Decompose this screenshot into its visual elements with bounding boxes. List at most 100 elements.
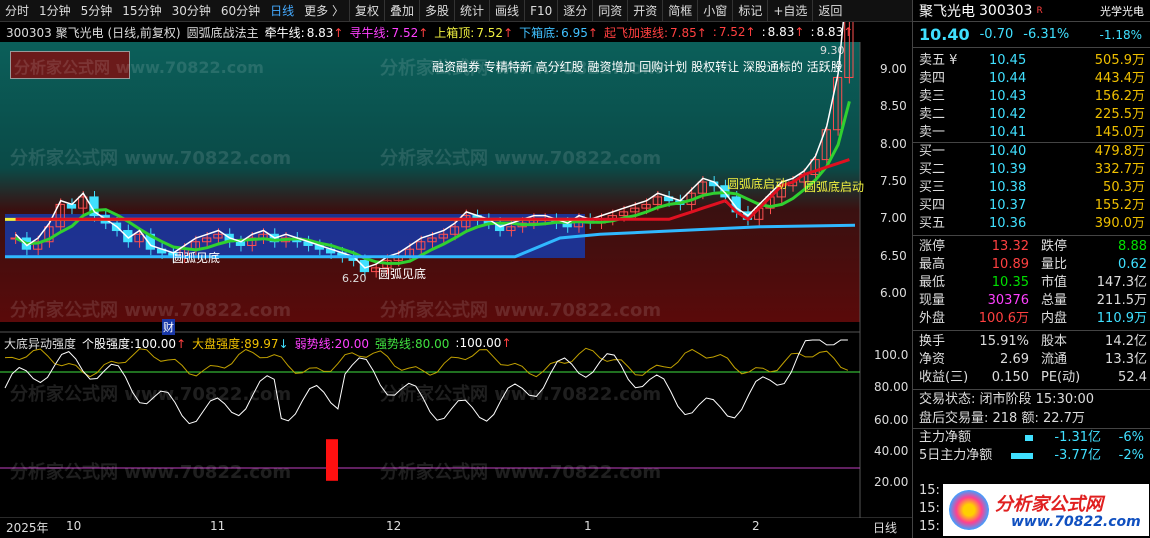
date-tick-5: 2 xyxy=(752,519,760,533)
chart-title: 300303 聚飞光电 (日线,前复权) xyxy=(6,25,181,40)
bids-row[interactable]: 买五 10.36 390.0万 xyxy=(913,215,1150,233)
date-tick-2: 11 xyxy=(210,519,226,533)
date-tick-0: 2025年 xyxy=(6,521,49,535)
toolbar-item-2[interactable]: 5分钟 xyxy=(76,0,118,22)
date-tick-4: 1 xyxy=(584,519,592,533)
price-change-pct: -6.31% xyxy=(1023,27,1070,42)
sub-title[interactable]: 大底异动强度 xyxy=(4,335,76,352)
sub-tick-2: 60.00 xyxy=(874,413,909,427)
toolbar-item-14[interactable]: 逐分 xyxy=(557,0,592,22)
toolbar-item-3[interactable]: 15分钟 xyxy=(117,0,166,22)
indicator-value-1: 寻牛线: 7.52↑ xyxy=(349,25,429,40)
toolbar-item-15[interactable]: 同资 xyxy=(592,0,627,22)
toolbar-item-9[interactable]: 叠加 xyxy=(384,0,419,22)
toolbar-item-1[interactable]: 1分钟 xyxy=(34,0,76,22)
price-change: -0.70 xyxy=(979,27,1014,42)
period-label[interactable]: 日线 xyxy=(873,519,897,536)
date-tick-1: 10 xyxy=(66,519,82,533)
stat-row: 最高 10.89 量比 0.62 xyxy=(919,257,1147,272)
bid-book: 买一 10.40 479.8万 买二 10.39 332.7万 买三 10.38 50.3万 买四… xyxy=(913,143,1150,233)
price-tick-1: 8.50 xyxy=(880,99,907,113)
logo-url: www.70822.com xyxy=(1011,514,1141,530)
stat-row: 最低 10.35 市值 147.3亿 xyxy=(919,275,1147,290)
toolbar-item-5[interactable]: 60分钟 xyxy=(216,0,265,22)
finance-marker[interactable]: 财 xyxy=(162,319,175,335)
toolbar-item-12[interactable]: 画线 xyxy=(489,0,524,22)
sector-badge[interactable]: 光学光电 xyxy=(1100,3,1144,19)
asks-row[interactable]: 卖一 10.41 145.0万 xyxy=(913,124,1150,142)
stat-row: 外盘 100.6万 内盘 110.9万 xyxy=(919,311,1147,326)
candle-body xyxy=(359,259,370,273)
toolbar-item-18[interactable]: 小窗 xyxy=(697,0,732,22)
quote-panel: 聚飞光电 300303 R 光学光电 10.40 -0.70 -6.31% -1… xyxy=(912,0,1150,538)
flow-bar xyxy=(1011,453,1033,459)
bottom-area: 15: 15: 15: 分析家公式网 www.70822.com xyxy=(913,482,1150,538)
clock-line: 15: xyxy=(919,483,940,498)
toolbar-item-0[interactable]: 分时 xyxy=(0,0,34,22)
sub-tick-0: 100.0 xyxy=(874,348,909,362)
clock-line: 15: xyxy=(919,501,940,516)
indicator-name[interactable]: 圆弧底战法主 xyxy=(187,24,259,41)
bottom-signal-bar xyxy=(326,439,338,481)
sub-value-1: 大盘强度:89.97↓ xyxy=(192,336,289,351)
sub-value-0: 个股强度:100.00↑ xyxy=(82,336,187,351)
period-toolbar: 分时 1分钟 5分钟 15分钟 30分钟 60分钟 日线 更多 〉复权 叠加 多股 统计 画线 F10 逐… xyxy=(0,0,912,22)
stats-table-2: 换手 15.91% 股本 14.2亿 净资 2.69 流通 13.3亿 收益(三) 0.150 PE… xyxy=(913,331,1150,387)
bids-row[interactable]: 买四 10.37 155.2万 xyxy=(913,197,1150,215)
stat2-row: 净资 2.69 流通 13.3亿 xyxy=(919,352,1147,367)
toolbar-item-17[interactable]: 简框 xyxy=(662,0,697,22)
asks-row[interactable]: 卖二 10.42 225.5万 xyxy=(913,106,1150,124)
stock-flag: R xyxy=(1036,5,1043,16)
stat-row: 现量 30376 总量 211.5万 xyxy=(919,293,1147,308)
indicator-value-6: :8.83↑ xyxy=(761,25,805,39)
stat-row: 涨停 13.32 跌停 8.88 xyxy=(919,239,1147,254)
toolbar-item-19[interactable]: 标记 xyxy=(732,0,767,22)
watermark-box xyxy=(10,51,130,79)
toolbar-item-4[interactable]: 30分钟 xyxy=(167,0,216,22)
sub-tick-4: 20.00 xyxy=(874,475,909,489)
toolbar-item-13[interactable]: F10 xyxy=(524,0,557,22)
price-tick-3: 7.50 xyxy=(880,174,907,188)
asks-row[interactable]: 卖五 ¥10.45 505.9万 xyxy=(913,52,1150,70)
asks-row[interactable]: 卖三 10.43 156.2万 xyxy=(913,88,1150,106)
toolbar-item-8[interactable]: 复权 xyxy=(348,0,384,22)
stock-code: 300303 xyxy=(979,2,1033,19)
site-logo: 分析家公式网 www.70822.com xyxy=(943,484,1149,536)
asks-row[interactable]: 卖四 10.44 443.4万 xyxy=(913,70,1150,88)
toolbar-item-6[interactable]: 日线 xyxy=(265,0,299,22)
price-tick-5: 6.50 xyxy=(880,249,907,263)
toolbar-item-11[interactable]: 统计 xyxy=(454,0,489,22)
chart-canvas[interactable] xyxy=(0,22,912,518)
toolbar-item-10[interactable]: 多股 xyxy=(419,0,454,22)
arc-start-label-1: 圆弧底启动 xyxy=(727,177,788,191)
toolbar-item-7[interactable]: 更多 〉 xyxy=(299,0,349,22)
stat2-row: 换手 15.91% 股本 14.2亿 xyxy=(919,334,1147,349)
low-price-label: 6.20 xyxy=(342,272,367,285)
logo-flower-icon xyxy=(949,490,989,530)
toolbar-item-21[interactable]: 返回 xyxy=(812,0,847,22)
stock-strength-line xyxy=(4,339,848,425)
flow-row: 主力净额 -1.31亿 -6% xyxy=(919,430,1144,445)
arc-start-label-2: 圆弧底启动 xyxy=(804,180,865,194)
stock-name: 聚飞光电 xyxy=(919,3,975,20)
clock-line: 15: xyxy=(919,519,940,534)
indicator-info-bar: 300303 聚飞光电 (日线,前复权) 圆弧底战法主 牵牛线: 8.83↑ 寻牛线: 7… xyxy=(0,23,912,41)
sub-value-3: 强势线:80.00 xyxy=(375,336,450,351)
price-tick-6: 6.00 xyxy=(880,286,907,300)
bids-row[interactable]: 买二 10.39 332.7万 xyxy=(913,161,1150,179)
indicator-value-2: 上箱顶: 7.52↑ xyxy=(434,25,514,40)
indicator-value-0: 牵牛线: 8.83↑ xyxy=(264,25,344,40)
fund-flow: 主力净额 -1.31亿 -6% 5日主力净额 -3.77亿 -2% xyxy=(913,429,1150,465)
trade-status: 交易状态: 闭市阶段 15:30:00 xyxy=(919,392,1095,407)
sub-value-4: :100.00↑ xyxy=(455,336,512,350)
bids-row[interactable]: 买一 10.40 479.8万 xyxy=(913,143,1150,161)
stock-tags: 融资融券 专精特新 高分红股 融资增加 回购计划 股权转让 深股通标的 活跃股 xyxy=(432,60,843,74)
indicator-value-4: 起飞加速线: 7.85↑ xyxy=(603,25,707,40)
arc-bottom-label-1: 圆弧见底 xyxy=(172,251,221,265)
ask-book: 卖五 ¥10.45 505.9万 卖四 10.44 443.4万 卖三 10.43 156.2… xyxy=(913,48,1150,142)
bids-row[interactable]: 买三 10.38 50.3万 xyxy=(913,179,1150,197)
toolbar-item-16[interactable]: 开资 xyxy=(627,0,662,22)
toolbar-item-20[interactable]: +自选 xyxy=(767,0,812,22)
price-tick-4: 7.00 xyxy=(880,211,907,225)
flow-bar xyxy=(1024,435,1033,441)
